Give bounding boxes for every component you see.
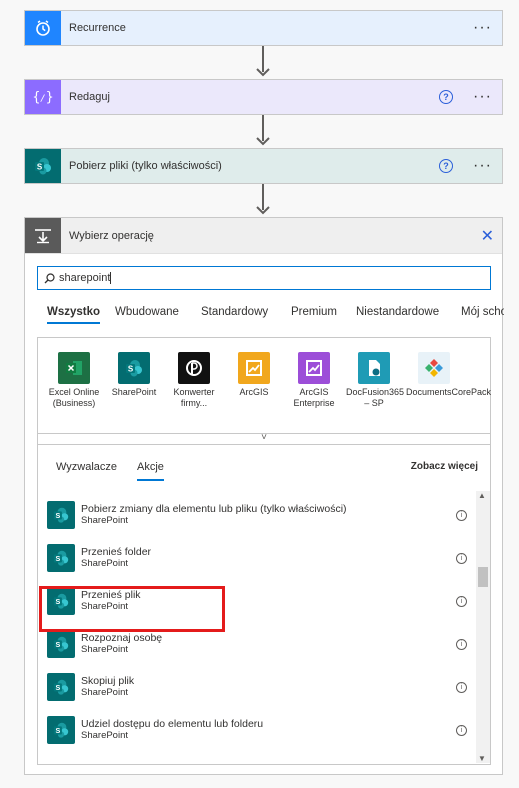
action-item[interactable]: S Przenieś folder SharePoint i <box>47 540 467 576</box>
chooser-header: Wybierz operację ✕ <box>25 218 502 254</box>
arrow-down-icon <box>256 206 270 215</box>
action-connector: SharePoint <box>81 644 129 655</box>
connector-label: ArcGIS Enterprise <box>293 387 335 408</box>
tab-triggers[interactable]: Wyzwalacze <box>56 461 117 473</box>
search-value: sharepoint <box>59 272 111 284</box>
action-item[interactable]: S Udziel dostępu do elementu lub folderu… <box>47 712 467 748</box>
results-scrollbar[interactable]: ▲ ▼ <box>476 491 490 763</box>
arrow-down-icon <box>256 137 270 146</box>
info-icon[interactable]: i <box>456 595 467 607</box>
category-tabs: Wszystko Wbudowane Standardowy Premium N… <box>25 302 504 328</box>
arcgis-enterprise-icon <box>298 352 330 384</box>
collapse-connectors-button[interactable]: ˅ <box>37 433 491 445</box>
info-icon[interactable]: i <box>456 552 467 564</box>
sharepoint-icon: S <box>47 544 75 572</box>
svg-text:S: S <box>37 163 43 172</box>
info-icon[interactable]: i <box>456 638 467 650</box>
sharepoint-icon: S <box>118 352 150 384</box>
search-input[interactable]: sharepoint <box>37 266 491 290</box>
sharepoint-icon: S <box>25 149 61 183</box>
sharepoint-icon: S <box>47 501 75 529</box>
sharepoint-icon: S <box>47 716 75 744</box>
arcgis-icon <box>238 352 270 384</box>
arrow-down-icon <box>256 68 270 77</box>
action-item[interactable]: S Skopiuj plik SharePoint i <box>47 669 467 705</box>
more-options-button[interactable]: ··· <box>473 20 492 36</box>
tab-niestandardowe[interactable]: Niestandardowe <box>356 306 439 318</box>
step-recurrence[interactable]: Recurrence ··· <box>24 10 503 46</box>
tab-my-clipboard[interactable]: Mój schowe <box>461 306 504 318</box>
excel-icon <box>58 352 90 384</box>
scroll-up-icon[interactable]: ▲ <box>478 491 486 500</box>
info-icon[interactable]: i <box>456 724 467 736</box>
more-options-button[interactable]: ··· <box>473 158 492 174</box>
braces-icon: {/} <box>25 80 61 114</box>
connector-sharepoint[interactable]: S SharePoint <box>106 352 162 398</box>
svg-text:S: S <box>55 726 60 735</box>
see-more-link[interactable]: Zobacz więcej <box>411 461 478 472</box>
connector-arcgis[interactable]: ArcGIS <box>226 352 282 398</box>
connector-label: ArcGIS <box>239 387 269 397</box>
svg-text:S: S <box>55 683 60 692</box>
svg-text:S: S <box>55 554 60 563</box>
connector-label: DocumentsCorePack <box>406 387 492 397</box>
scroll-down-icon[interactable]: ▼ <box>478 754 486 763</box>
tab-actions[interactable]: Akcje <box>137 461 164 481</box>
help-icon[interactable]: ? <box>439 90 454 104</box>
connector-label: DocFusion365 – SP <box>346 387 405 408</box>
step-title: Redaguj <box>69 91 110 103</box>
action-name: Udziel dostępu do elementu lub folderu <box>81 718 264 730</box>
connector-label: Excel Online (Business) <box>48 387 100 408</box>
connector-documentscorepack[interactable]: DocumentsCorePack <box>406 352 492 398</box>
search-icon <box>44 272 55 283</box>
svg-text:S: S <box>55 640 60 649</box>
action-name: Pobierz zmiany dla elementu lub pliku (t… <box>81 503 347 515</box>
connector-arcgis-enterprise[interactable]: ArcGIS Enterprise <box>286 352 342 409</box>
sharepoint-icon: S <box>47 673 75 701</box>
info-icon[interactable]: i <box>456 681 467 693</box>
chooser-title: Wybierz operację <box>69 229 154 242</box>
step-title: Recurrence <box>69 22 126 34</box>
action-name: Skopiuj plik <box>81 675 135 687</box>
step-compose[interactable]: {/} Redaguj ? ··· <box>24 79 503 115</box>
action-name: Rozpoznaj osobę <box>81 632 163 644</box>
converter-icon <box>178 352 210 384</box>
documentscorepack-icon <box>418 352 450 384</box>
docfusion-icon <box>358 352 390 384</box>
tab-premium[interactable]: Premium <box>291 306 337 318</box>
result-tabs: Wyzwalacze Akcje Zobacz więcej <box>38 445 490 485</box>
action-name: Przenieś folder <box>81 546 152 558</box>
operation-icon <box>25 218 61 253</box>
sharepoint-icon: S <box>47 630 75 658</box>
svg-text:S: S <box>55 511 60 520</box>
action-connector: SharePoint <box>81 730 129 741</box>
action-connector: SharePoint <box>81 558 129 569</box>
step-title: Pobierz pliki (tylko właściwości) <box>69 160 222 172</box>
svg-text:S: S <box>128 365 134 374</box>
info-icon[interactable]: i <box>456 509 467 521</box>
action-connector: SharePoint <box>81 515 129 526</box>
operation-chooser: Wybierz operację ✕ sharepoint Wszystko W… <box>24 217 504 775</box>
scrollbar-thumb[interactable] <box>478 566 488 587</box>
more-options-button[interactable]: ··· <box>473 89 492 105</box>
action-connector: SharePoint <box>81 687 129 698</box>
step-get-files[interactable]: S Pobierz pliki (tylko właściwości) ? ··… <box>24 148 503 184</box>
action-item[interactable]: S Pobierz zmiany dla elementu lub pliku … <box>47 497 467 533</box>
connector-converter[interactable]: Konwerter firmy... <box>166 352 222 409</box>
connector-docfusion[interactable]: DocFusion365 – SP <box>346 352 405 409</box>
close-icon[interactable]: ✕ <box>481 226 494 246</box>
connector-label: SharePoint <box>111 387 157 397</box>
connector-label: Konwerter firmy... <box>173 387 215 408</box>
connector-grid: Excel Online (Business) S SharePoint Kon… <box>37 337 491 443</box>
help-icon[interactable]: ? <box>439 159 454 173</box>
tab-standardowy[interactable]: Standardowy <box>201 306 268 318</box>
clock-icon <box>25 11 61 45</box>
tab-wbudowane[interactable]: Wbudowane <box>115 306 179 318</box>
highlight-box <box>39 586 225 632</box>
connector-excel-online[interactable]: Excel Online (Business) <box>46 352 102 409</box>
tab-wszystko[interactable]: Wszystko <box>47 306 101 324</box>
